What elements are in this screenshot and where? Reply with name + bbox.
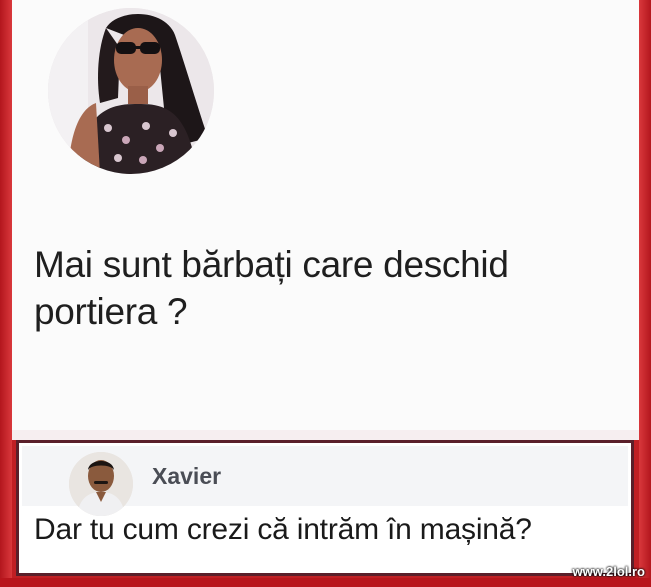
comment-box: Xavier Dar tu cum crezi că intrăm în maș…	[16, 440, 634, 576]
commenter-name[interactable]: Xavier	[152, 463, 221, 490]
post-text: Mai sunt bărbați care deschid portiera ?	[34, 241, 614, 335]
comment-text: Dar tu cum crezi că intrăm în mașină?	[34, 513, 532, 546]
watermark: www.2lol.ro	[572, 564, 645, 579]
post-text-line-2: portiera ?	[34, 291, 188, 332]
post-card: Mai sunt bărbați care deschid portiera ?	[12, 0, 639, 430]
profile-photo-icon	[48, 8, 214, 174]
commenter-avatar[interactable]	[69, 452, 133, 516]
post-author-avatar[interactable]	[48, 8, 214, 174]
frame-right	[639, 0, 651, 587]
post-text-line-1: Mai sunt bărbați care deschid	[34, 244, 509, 285]
frame-left	[0, 0, 12, 587]
bottom-strip	[0, 578, 651, 587]
divider	[12, 430, 639, 440]
man-portrait-icon	[69, 452, 133, 516]
